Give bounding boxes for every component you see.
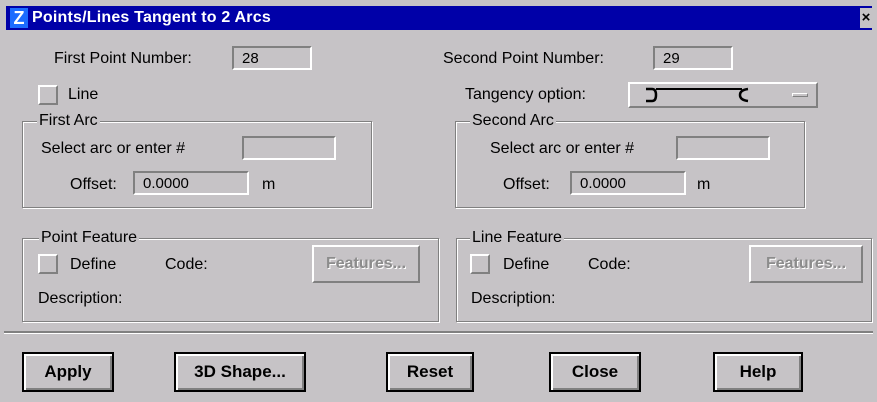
first-point-label: First Point Number:: [54, 50, 192, 67]
second-arc-unit-label: m: [697, 176, 711, 193]
option-menu-indicator-icon: [792, 93, 808, 97]
tangency-option-menu[interactable]: [628, 82, 818, 108]
second-arc-offset-field[interactable]: 0.0000: [570, 171, 686, 195]
point-description-label: Description:: [38, 290, 123, 307]
second-arc-offset-label: Offset:: [503, 176, 550, 193]
second-point-field[interactable]: 29: [653, 46, 733, 70]
3d-shape-button[interactable]: 3D Shape...: [174, 352, 306, 392]
first-arc-group-title: First Arc: [37, 112, 100, 130]
point-feature-group-title: Point Feature: [39, 229, 140, 247]
close-button[interactable]: Close: [549, 352, 641, 392]
help-button[interactable]: Help: [713, 352, 803, 392]
line-features-button[interactable]: Features...: [749, 245, 863, 283]
point-features-button[interactable]: Features...: [312, 245, 420, 283]
title-bar[interactable]: Z Points/Lines Tangent to 2 Arcs ×: [6, 6, 872, 30]
button-bar-separator: [4, 331, 873, 334]
second-point-label: Second Point Number:: [443, 50, 604, 67]
first-arc-select-field[interactable]: [242, 136, 336, 160]
first-arc-unit-label: m: [262, 176, 276, 193]
line-feature-group-title: Line Feature: [470, 229, 564, 247]
first-arc-offset-field[interactable]: 0.0000: [133, 171, 249, 195]
line-define-label: Define: [503, 256, 550, 273]
second-arc-select-label: Select arc or enter #: [490, 140, 635, 157]
tangency-option-label: Tangency option:: [465, 86, 586, 103]
line-checkbox[interactable]: [38, 85, 58, 105]
point-define-label: Define: [70, 256, 117, 273]
window-title: Points/Lines Tangent to 2 Arcs: [32, 9, 271, 26]
reset-button[interactable]: Reset: [386, 352, 474, 392]
close-window-button[interactable]: ×: [860, 8, 872, 28]
first-point-field[interactable]: 28: [232, 46, 312, 70]
point-define-checkbox[interactable]: [38, 254, 58, 274]
line-define-checkbox[interactable]: [470, 254, 490, 274]
line-code-label: Code:: [588, 256, 631, 273]
first-arc-offset-label: Offset:: [70, 176, 117, 193]
line-label: Line: [68, 86, 99, 103]
apply-button[interactable]: Apply: [22, 352, 114, 392]
point-code-label: Code:: [165, 256, 208, 273]
dialog-window: Z Points/Lines Tangent to 2 Arcs × First…: [0, 0, 877, 402]
second-arc-select-field[interactable]: [676, 136, 770, 160]
line-description-label: Description:: [471, 290, 556, 307]
first-arc-select-label: Select arc or enter #: [41, 140, 186, 157]
tangency-arc-line-icon: [646, 87, 749, 103]
second-arc-group-title: Second Arc: [470, 112, 556, 130]
app-icon: Z: [10, 8, 28, 28]
